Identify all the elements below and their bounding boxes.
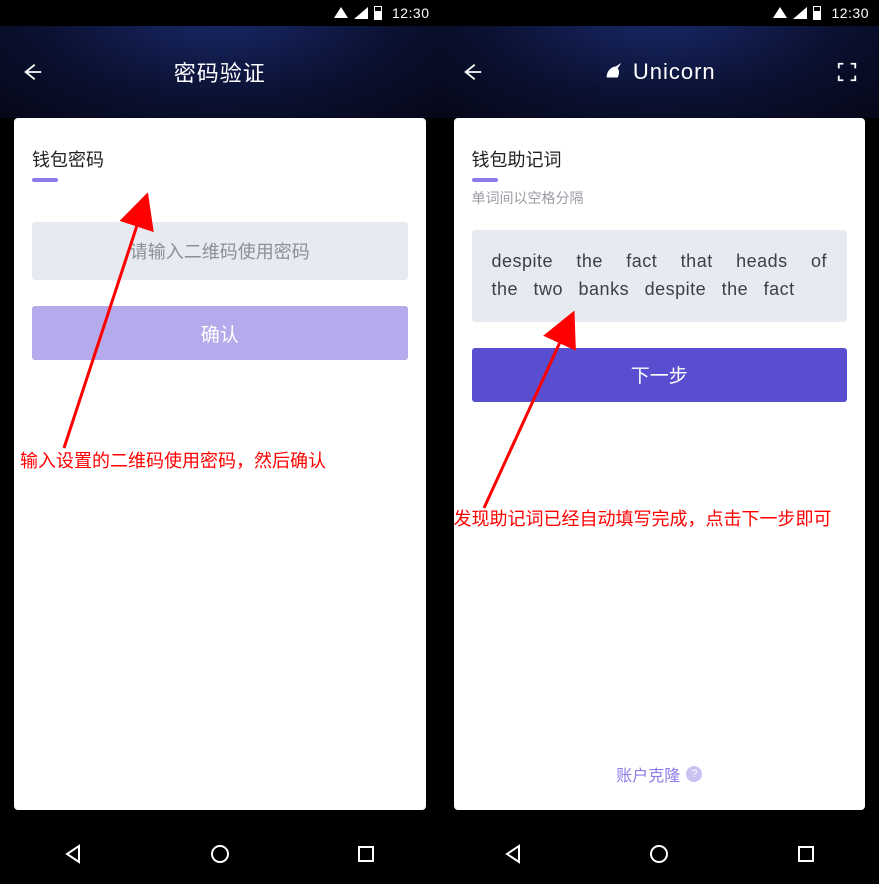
square-recent-icon <box>354 842 378 866</box>
nav-back-button[interactable] <box>493 834 533 874</box>
battery-icon <box>813 6 821 20</box>
header: Unicorn <box>440 26 879 118</box>
back-button[interactable] <box>458 58 486 86</box>
clone-account-label: 账户克隆 <box>616 762 680 786</box>
section-subtitle: 单词间以空格分隔 <box>472 188 848 208</box>
phone-right: 12:30 Unicorn 钱包助记词 单词间以空格分隔 <box>440 0 879 884</box>
signal-icon <box>793 7 807 19</box>
page-title: 密码验证 <box>46 56 394 88</box>
confirm-label: 确认 <box>201 320 239 347</box>
signal-icon <box>354 7 368 19</box>
nav-home-button[interactable] <box>200 834 240 874</box>
brand-label: Unicorn <box>633 59 716 85</box>
card: 钱包助记词 单词间以空格分隔 despite the fact that hea… <box>454 118 866 810</box>
confirm-button[interactable]: 确认 <box>32 306 408 360</box>
back-button[interactable] <box>18 58 46 86</box>
nav-back-button[interactable] <box>53 834 93 874</box>
unicorn-icon <box>603 61 625 83</box>
brand-title: Unicorn <box>486 59 834 85</box>
nav-recent-button[interactable] <box>786 834 826 874</box>
android-navbar <box>0 824 440 884</box>
mnemonic-input[interactable]: despite the fact that heads of the two b… <box>472 230 848 322</box>
annotation-arrow <box>464 298 634 518</box>
wifi-icon <box>773 7 787 18</box>
back-arrow-icon <box>461 61 483 83</box>
section-title: 钱包密码 <box>32 146 408 172</box>
password-input[interactable]: 请输入二维码使用密码 <box>32 222 408 280</box>
nav-recent-button[interactable] <box>346 834 386 874</box>
circle-home-icon <box>647 842 671 866</box>
section-title: 钱包助记词 <box>472 146 848 172</box>
annotation-text: 输入设置的二维码使用密码，然后确认 <box>20 448 400 475</box>
nav-home-button[interactable] <box>639 834 679 874</box>
clone-account-link[interactable]: 账户克隆 ? <box>472 744 848 792</box>
triangle-back-icon <box>501 842 525 866</box>
circle-home-icon <box>208 842 232 866</box>
header: 密码验证 <box>0 26 440 118</box>
status-bar: 12:30 <box>440 0 879 26</box>
scan-icon <box>836 61 858 83</box>
next-button[interactable]: 下一步 <box>472 348 848 402</box>
back-arrow-icon <box>21 61 43 83</box>
status-time: 12:30 <box>392 5 430 21</box>
status-time: 12:30 <box>831 5 869 21</box>
annotation-text: 发现助记词已经自动填写完成，点击下一步即可 <box>454 506 854 533</box>
phone-left: 12:30 密码验证 钱包密码 请输入二维码使用密码 确认 <box>0 0 440 884</box>
square-recent-icon <box>794 842 818 866</box>
mnemonic-text: despite the fact that heads of the two b… <box>492 251 828 299</box>
battery-icon <box>374 6 382 20</box>
password-placeholder: 请输入二维码使用密码 <box>130 238 310 264</box>
section-underline <box>32 178 58 182</box>
scan-button[interactable] <box>833 58 861 86</box>
triangle-back-icon <box>61 842 85 866</box>
status-bar: 12:30 <box>0 0 440 26</box>
android-navbar <box>440 824 879 884</box>
help-icon: ? <box>686 766 702 782</box>
card: 钱包密码 请输入二维码使用密码 确认 输入设置的二维码使用密码，然后确认 <box>14 118 426 810</box>
section-underline <box>472 178 498 182</box>
wifi-icon <box>334 7 348 18</box>
next-label: 下一步 <box>631 361 688 388</box>
